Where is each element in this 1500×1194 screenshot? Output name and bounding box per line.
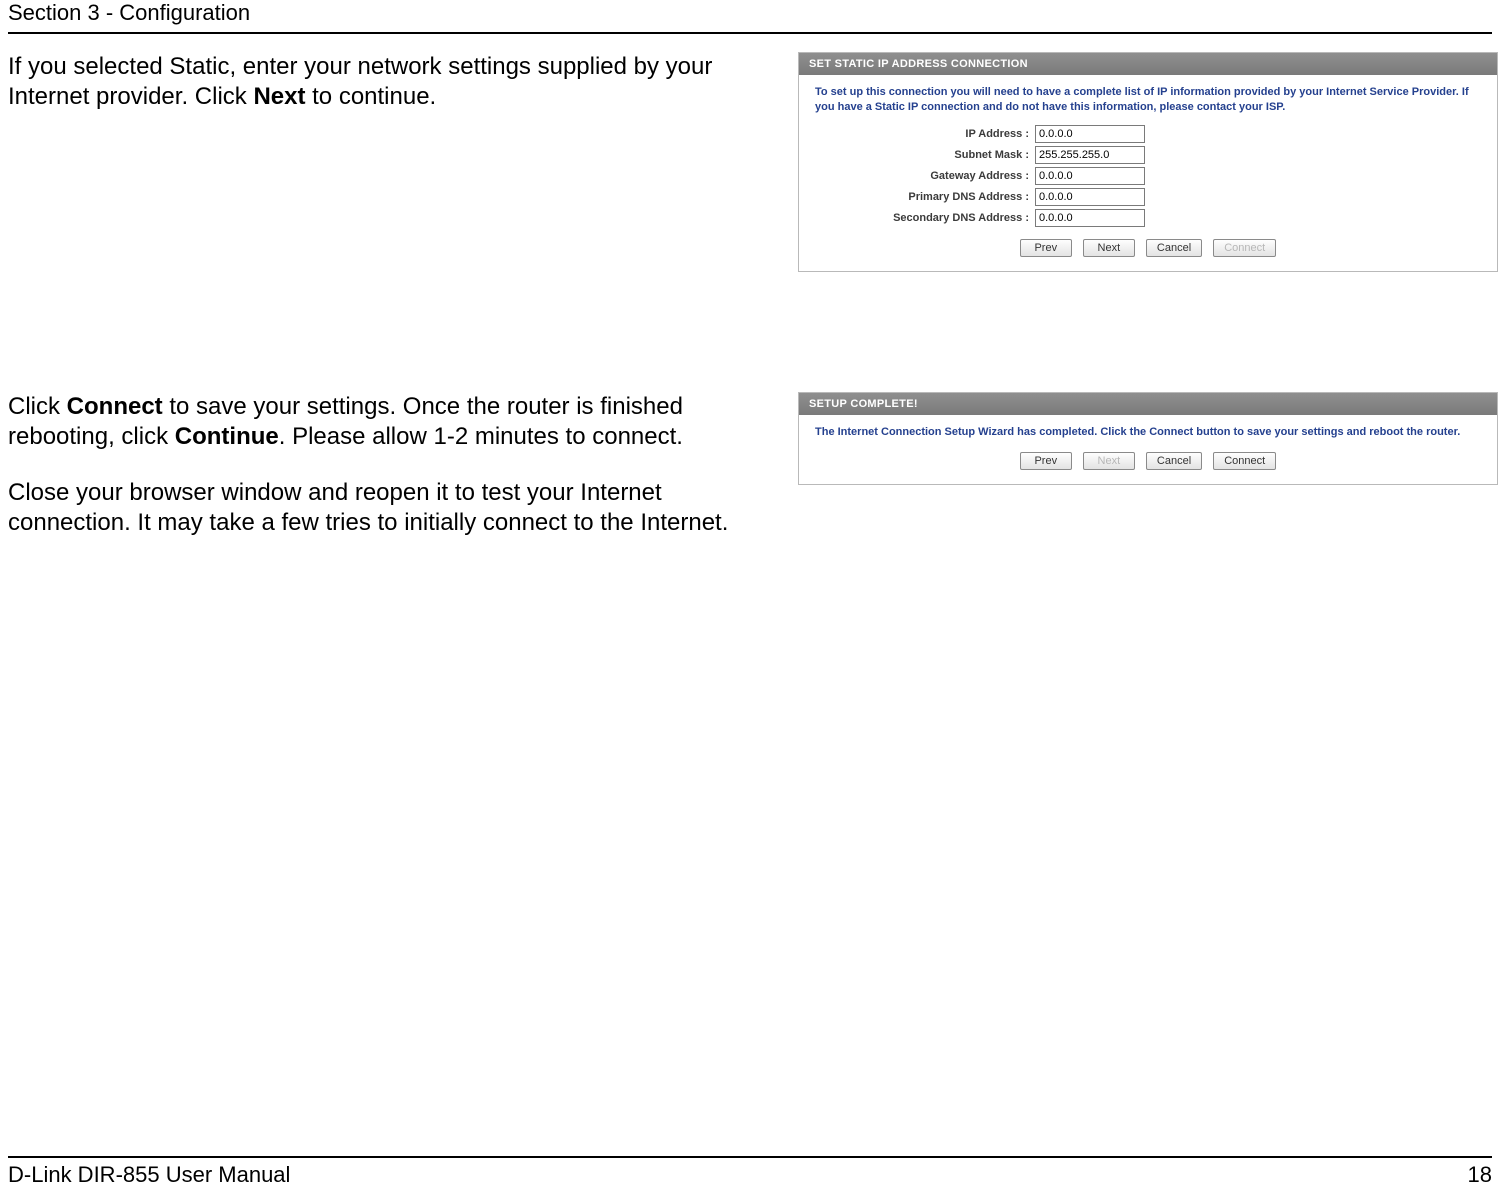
next-button: Next bbox=[1083, 452, 1135, 470]
gateway-input[interactable] bbox=[1035, 167, 1145, 185]
content-row-2: Click Connect to save your settings. Onc… bbox=[8, 392, 1492, 538]
form-row-mask: Subnet Mask : bbox=[815, 146, 1481, 164]
dialog-title: SET STATIC IP ADDRESS CONNECTION bbox=[799, 53, 1497, 75]
section-header: Section 3 - Configuration bbox=[8, 0, 1492, 32]
form-row-gateway: Gateway Address : bbox=[815, 167, 1481, 185]
prev-button[interactable]: Prev bbox=[1020, 452, 1072, 470]
divider bbox=[8, 32, 1492, 34]
dialog-description: To set up this connection you will need … bbox=[815, 85, 1481, 115]
secondary-dns-input[interactable] bbox=[1035, 209, 1145, 227]
ip-label: IP Address : bbox=[815, 128, 1035, 140]
page-number: 18 bbox=[1468, 1162, 1492, 1188]
content-row-1: If you selected Static, enter your netwo… bbox=[8, 52, 1492, 272]
bold-continue: Continue bbox=[175, 423, 279, 450]
form-row-dns1: Primary DNS Address : bbox=[815, 188, 1481, 206]
form-row-dns2: Secondary DNS Address : bbox=[815, 209, 1481, 227]
cancel-button[interactable]: Cancel bbox=[1146, 239, 1202, 257]
ip-address-input[interactable] bbox=[1035, 125, 1145, 143]
text: . Please allow 1-2 minutes to connect. bbox=[279, 423, 683, 450]
mask-label: Subnet Mask : bbox=[815, 149, 1035, 161]
cancel-button[interactable]: Cancel bbox=[1146, 452, 1202, 470]
paragraph: Close your browser window and reopen it … bbox=[8, 478, 780, 538]
button-row: Prev Next Cancel Connect bbox=[815, 452, 1481, 470]
instruction-text-2: Click Connect to save your settings. Onc… bbox=[8, 392, 798, 538]
gateway-label: Gateway Address : bbox=[815, 170, 1035, 182]
text: Click bbox=[8, 393, 67, 420]
dialog-title: SETUP COMPLETE! bbox=[799, 393, 1497, 415]
prev-button[interactable]: Prev bbox=[1020, 239, 1072, 257]
dns1-label: Primary DNS Address : bbox=[815, 191, 1035, 203]
page-footer: D-Link DIR-855 User Manual 18 bbox=[8, 1156, 1492, 1188]
static-ip-dialog: SET STATIC IP ADDRESS CONNECTION To set … bbox=[798, 52, 1498, 272]
primary-dns-input[interactable] bbox=[1035, 188, 1145, 206]
text: to continue. bbox=[305, 83, 436, 110]
subnet-mask-input[interactable] bbox=[1035, 146, 1145, 164]
next-button[interactable]: Next bbox=[1083, 239, 1135, 257]
button-row: Prev Next Cancel Connect bbox=[815, 239, 1481, 257]
connect-button[interactable]: Connect bbox=[1213, 452, 1276, 470]
dns2-label: Secondary DNS Address : bbox=[815, 212, 1035, 224]
form-row-ip: IP Address : bbox=[815, 125, 1481, 143]
connect-button: Connect bbox=[1213, 239, 1276, 257]
bold-connect: Connect bbox=[67, 393, 163, 420]
instruction-text-1: If you selected Static, enter your netwo… bbox=[8, 52, 798, 112]
dialog-description: The Internet Connection Setup Wizard has… bbox=[815, 425, 1481, 440]
footer-title: D-Link DIR-855 User Manual bbox=[8, 1162, 290, 1188]
bold-next: Next bbox=[253, 83, 305, 110]
setup-complete-dialog: SETUP COMPLETE! The Internet Connection … bbox=[798, 392, 1498, 485]
